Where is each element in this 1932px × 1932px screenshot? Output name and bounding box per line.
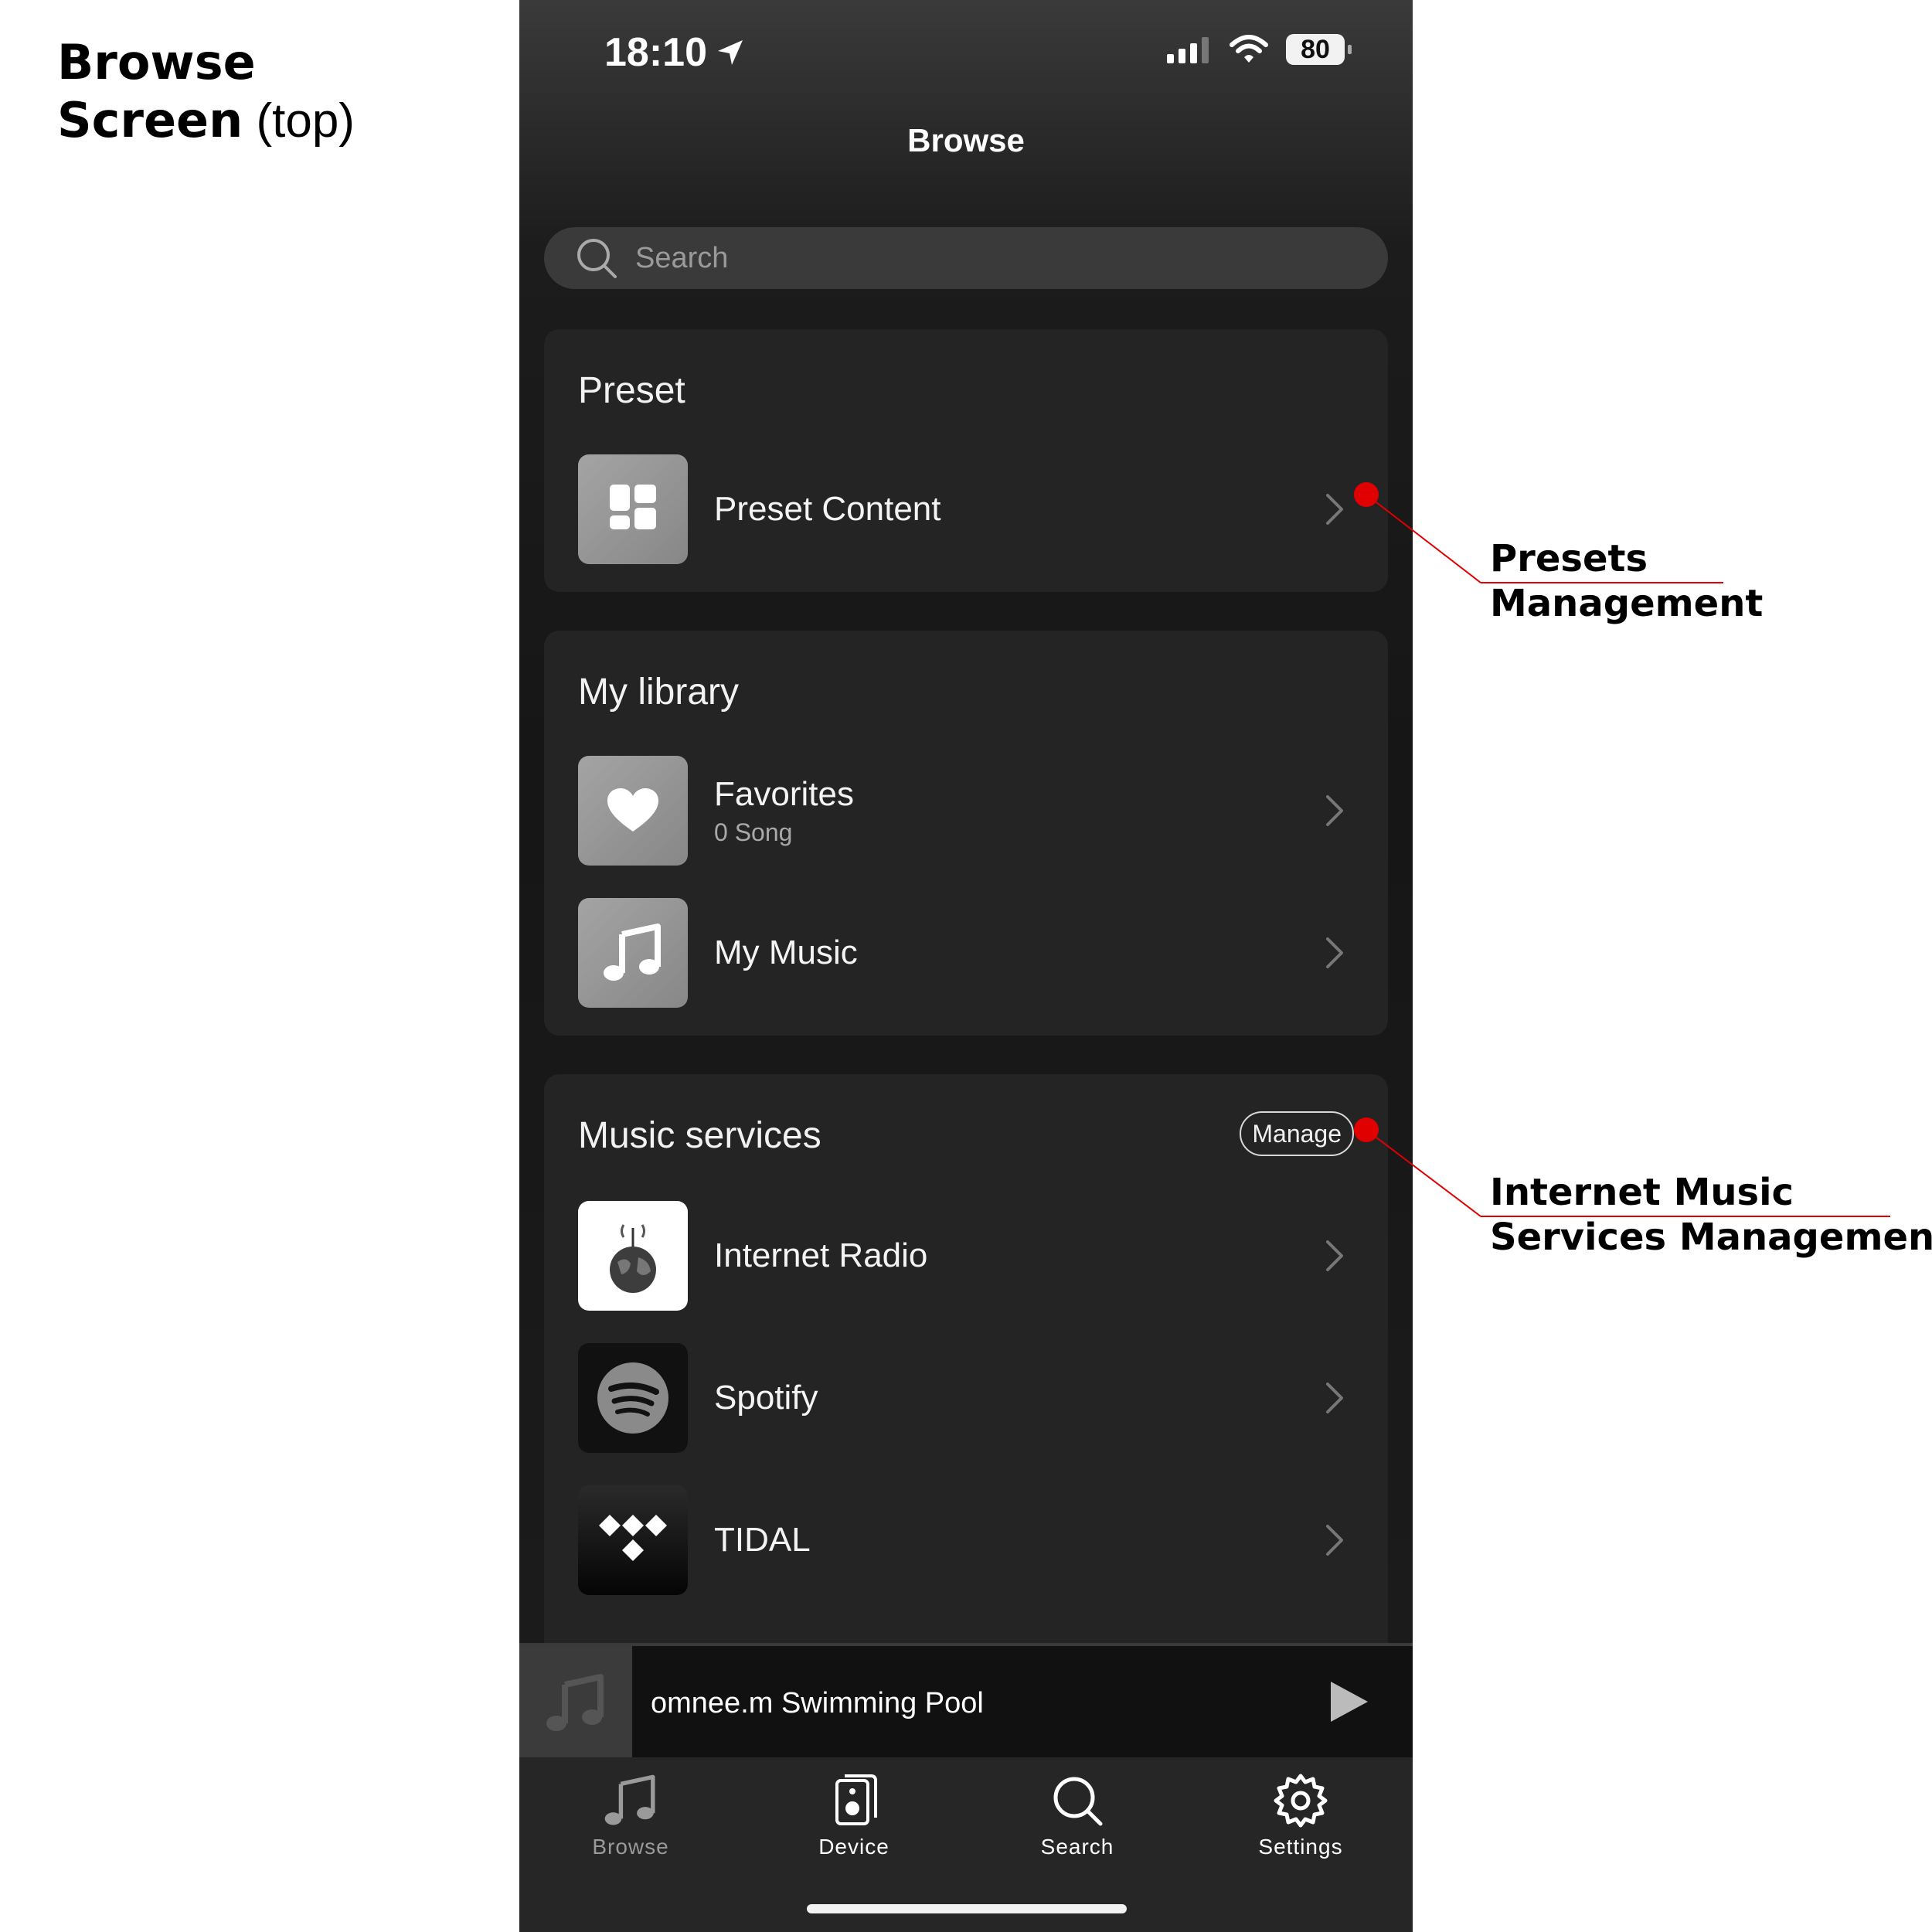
spotify-label: Spotify — [714, 1379, 818, 1417]
tab-device[interactable]: Device — [777, 1773, 931, 1859]
wifi-icon — [1230, 35, 1268, 63]
services-title: Music services — [578, 1115, 821, 1156]
tidal-tile — [578, 1485, 688, 1595]
spotify-tile — [578, 1343, 688, 1453]
library-card: My library Favorites 0 Song My Music — [544, 631, 1388, 1036]
search-icon — [577, 239, 617, 278]
location-arrow-icon — [718, 40, 743, 65]
internet-radio-row[interactable]: Internet Radio — [578, 1201, 1388, 1311]
preset-card: Preset Preset Content — [544, 329, 1388, 592]
chevron-right-icon — [1326, 1383, 1343, 1413]
now-playing-title: omnee.m Swimming Pool — [651, 1686, 984, 1719]
presets-annotation-dot — [1354, 482, 1379, 507]
manage-services-button[interactable]: Manage — [1240, 1111, 1354, 1156]
mini-player[interactable]: omnee.m Swimming Pool — [519, 1643, 1413, 1760]
favorites-tile — [578, 756, 688, 866]
status-time: 18:10 — [604, 29, 746, 76]
tab-search[interactable]: Search — [1000, 1773, 1155, 1859]
spotify-icon — [597, 1362, 668, 1434]
signal-icon — [1167, 37, 1209, 63]
services-annotation: Internet Music Services Management — [1490, 1170, 1932, 1260]
grid-icon — [610, 485, 656, 529]
speaker-icon — [835, 1774, 877, 1825]
music-note-icon — [604, 1774, 655, 1825]
tidal-icon — [599, 1515, 667, 1561]
internet-radio-label: Internet Radio — [714, 1236, 928, 1274]
presets-annotation-line2: Management — [1490, 582, 1764, 625]
favorites-label: Favorites — [714, 774, 854, 813]
chevron-right-icon — [1326, 494, 1343, 525]
services-annotation-line1: Internet Music — [1490, 1171, 1794, 1214]
tidal-label: TIDAL — [714, 1521, 811, 1559]
caption-line2-rest: (top) — [256, 94, 355, 148]
chevron-right-icon — [1326, 795, 1343, 826]
services-card: Music services Manage Internet Radio Spo… — [544, 1074, 1388, 1692]
tab-browse-label: Browse — [592, 1835, 669, 1859]
favorites-row[interactable]: Favorites 0 Song — [578, 756, 1388, 866]
battery-indicator: 80 — [1286, 34, 1352, 65]
chevron-right-icon — [1326, 1525, 1343, 1556]
status-indicators: 80 — [1165, 34, 1352, 65]
services-annotation-dot — [1354, 1117, 1379, 1142]
preset-content-label: Preset Content — [714, 490, 941, 528]
search-bar[interactable] — [544, 227, 1388, 289]
phone-screen: 18:10 80 Browse Preset — [519, 0, 1413, 1932]
my-music-tile — [578, 898, 688, 1008]
status-time-text: 18:10 — [604, 30, 707, 75]
globe-radio-icon — [610, 1224, 656, 1293]
tab-browse[interactable]: Browse — [553, 1773, 708, 1859]
tab-settings-label: Settings — [1258, 1835, 1343, 1859]
my-music-row[interactable]: My Music — [578, 898, 1388, 1008]
chevron-right-icon — [1326, 937, 1343, 968]
services-annotation-line2: Services Management — [1490, 1216, 1932, 1259]
internet-radio-tile — [578, 1201, 688, 1311]
tab-settings[interactable]: Settings — [1223, 1773, 1378, 1859]
chevron-right-icon — [1326, 1240, 1343, 1271]
tidal-row[interactable]: TIDAL — [578, 1485, 1388, 1595]
favorites-count: 0 Song — [714, 818, 793, 846]
presets-annotation: Presets Management — [1490, 536, 1763, 626]
preset-title: Preset — [578, 370, 685, 411]
mini-player-artwork — [519, 1646, 632, 1760]
preset-content-row[interactable]: Preset Content — [578, 454, 1388, 564]
music-note-icon — [604, 923, 661, 981]
music-note-icon — [546, 1674, 604, 1731]
page-caption: Browse Screen (top) — [57, 34, 355, 150]
spotify-row[interactable]: Spotify — [578, 1343, 1388, 1453]
page-title: Browse — [907, 122, 1025, 158]
home-indicator — [807, 1904, 1127, 1913]
gear-icon — [1274, 1774, 1328, 1828]
my-music-label: My Music — [714, 934, 858, 971]
search-input[interactable] — [634, 240, 1255, 276]
library-title: My library — [578, 672, 740, 713]
play-icon[interactable] — [1328, 1679, 1371, 1725]
presets-annotation-line1: Presets — [1490, 537, 1648, 580]
preset-content-tile — [578, 454, 688, 564]
tab-device-label: Device — [818, 1835, 889, 1859]
search-icon — [1053, 1777, 1103, 1826]
heart-icon — [607, 788, 658, 832]
tab-search-label: Search — [1040, 1835, 1114, 1859]
caption-line1: Browse — [57, 34, 256, 90]
caption-line2-bold: Screen — [57, 92, 243, 148]
